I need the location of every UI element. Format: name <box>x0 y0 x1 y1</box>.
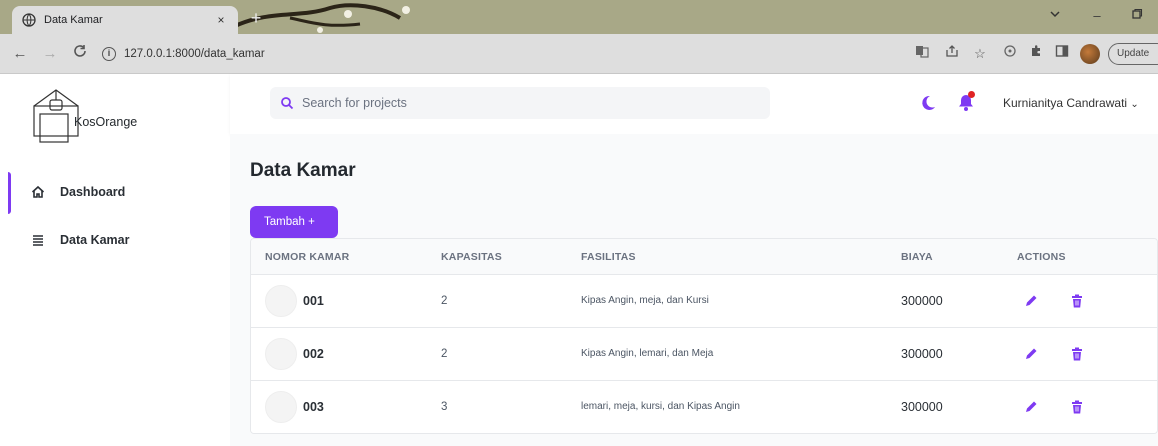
edit-pencil-icon[interactable] <box>1021 344 1041 364</box>
cell-kapasitas: 2 <box>441 348 448 360</box>
cell-kapasitas: 2 <box>441 295 448 307</box>
search-box[interactable] <box>270 87 770 119</box>
page-title: Data Kamar <box>250 160 356 181</box>
column-header-actions: ACTIONS <box>1017 251 1066 263</box>
new-tab-button[interactable]: + <box>246 8 266 28</box>
delete-trash-icon[interactable] <box>1067 291 1087 311</box>
address-bar[interactable]: i 127.0.0.1:8000/data_kamar <box>102 41 898 67</box>
brand-logo[interactable]: KosOrange <box>30 84 137 144</box>
translate-icon[interactable] <box>912 44 932 64</box>
table-header: NOMOR KAMAR KAPASITAS FASILITAS BIAYA AC… <box>251 239 1157 275</box>
home-icon <box>30 184 46 200</box>
cell-biaya: 300000 <box>901 294 943 308</box>
sidebar: KosOrange Dashboard Data Kamar <box>0 74 230 446</box>
notification-badge <box>968 91 975 98</box>
browser-tab-bar: Data Kamar × + – <box>0 0 1158 34</box>
cell-nomor-kamar: 003 <box>303 400 324 414</box>
top-header: Kurnianitya Candrawati ⌄ <box>230 74 1158 134</box>
edit-pencil-icon[interactable] <box>1021 291 1041 311</box>
rooms-table: NOMOR KAMAR KAPASITAS FASILITAS BIAYA AC… <box>250 238 1158 434</box>
add-room-button[interactable]: Tambah + <box>250 206 338 238</box>
search-input[interactable] <box>302 96 742 110</box>
table-row: 001 2 Kipas Angin, meja, dan Kursi 30000… <box>251 275 1157 328</box>
user-name: Kurnianitya Candrawati <box>1003 96 1128 110</box>
maximize-button[interactable] <box>1122 4 1152 28</box>
delete-trash-icon[interactable] <box>1067 344 1087 364</box>
cell-kapasitas: 3 <box>441 401 448 413</box>
cell-nomor-kamar: 002 <box>303 347 324 361</box>
update-button[interactable]: Update <box>1108 43 1158 65</box>
site-info-icon[interactable]: i <box>102 47 116 61</box>
house-logo-icon <box>33 89 79 143</box>
dark-mode-toggle-icon[interactable] <box>918 94 936 112</box>
room-avatar <box>265 391 297 423</box>
table-row: 003 3 lemari, meja, kursi, dan Kipas Ang… <box>251 381 1157 433</box>
search-icon <box>280 96 294 110</box>
side-panel-icon[interactable] <box>1052 44 1072 64</box>
sidebar-item-data-kamar[interactable]: Data Kamar <box>0 220 230 260</box>
branch-wallpaper <box>234 3 410 33</box>
column-header-nomor-kamar: NOMOR KAMAR <box>265 251 350 263</box>
back-icon[interactable]: ← <box>10 44 30 64</box>
cell-biaya: 300000 <box>901 347 943 361</box>
brand-name: KosOrange <box>74 115 138 129</box>
delete-trash-icon[interactable] <box>1067 397 1087 417</box>
sidebar-item-label: Dashboard <box>60 185 126 199</box>
profile-avatar-icon[interactable] <box>1080 44 1100 64</box>
puzzle-extensions-icon[interactable] <box>1026 44 1046 64</box>
extension-icon[interactable] <box>1000 44 1020 64</box>
user-menu[interactable]: Kurnianitya Candrawati ⌄ <box>1003 96 1139 110</box>
main-content: Data Kamar Tambah + NOMOR KAMAR KAPASITA… <box>230 134 1158 446</box>
room-avatar <box>265 285 297 317</box>
list-icon <box>30 232 46 248</box>
cell-fasilitas: Kipas Angin, lemari, dan Meja <box>581 348 714 359</box>
cell-biaya: 300000 <box>901 400 943 414</box>
browser-toolbar: ← → i 127.0.0.1:8000/data_kamar ☆ Update <box>0 34 1158 74</box>
browser-tab[interactable]: Data Kamar × <box>12 6 238 34</box>
bookmark-star-icon[interactable]: ☆ <box>970 44 990 64</box>
tab-title: Data Kamar <box>44 14 103 26</box>
minimize-button[interactable]: – <box>1082 4 1112 28</box>
reload-icon[interactable] <box>70 44 90 64</box>
column-header-kapasitas: KAPASITAS <box>441 251 502 263</box>
column-header-biaya: BIAYA <box>901 251 933 263</box>
sidebar-item-label: Data Kamar <box>60 233 130 247</box>
globe-icon <box>22 13 36 27</box>
cell-nomor-kamar: 001 <box>303 294 324 308</box>
tab-search-icon[interactable] <box>1040 4 1070 28</box>
room-avatar <box>265 338 297 370</box>
sidebar-item-dashboard[interactable]: Dashboard <box>0 172 230 212</box>
column-header-fasilitas: FASILITAS <box>581 251 636 263</box>
chevron-down-icon: ⌄ <box>1130 99 1139 110</box>
url-text: 127.0.0.1:8000/data_kamar <box>124 48 265 60</box>
cell-fasilitas: lemari, meja, kursi, dan Kipas Angin <box>581 401 740 412</box>
forward-icon[interactable]: → <box>40 44 60 64</box>
cell-fasilitas: Kipas Angin, meja, dan Kursi <box>581 295 709 306</box>
table-row: 002 2 Kipas Angin, lemari, dan Meja 3000… <box>251 328 1157 381</box>
share-icon[interactable] <box>942 44 962 64</box>
edit-pencil-icon[interactable] <box>1021 397 1041 417</box>
close-tab-icon[interactable]: × <box>214 13 228 27</box>
